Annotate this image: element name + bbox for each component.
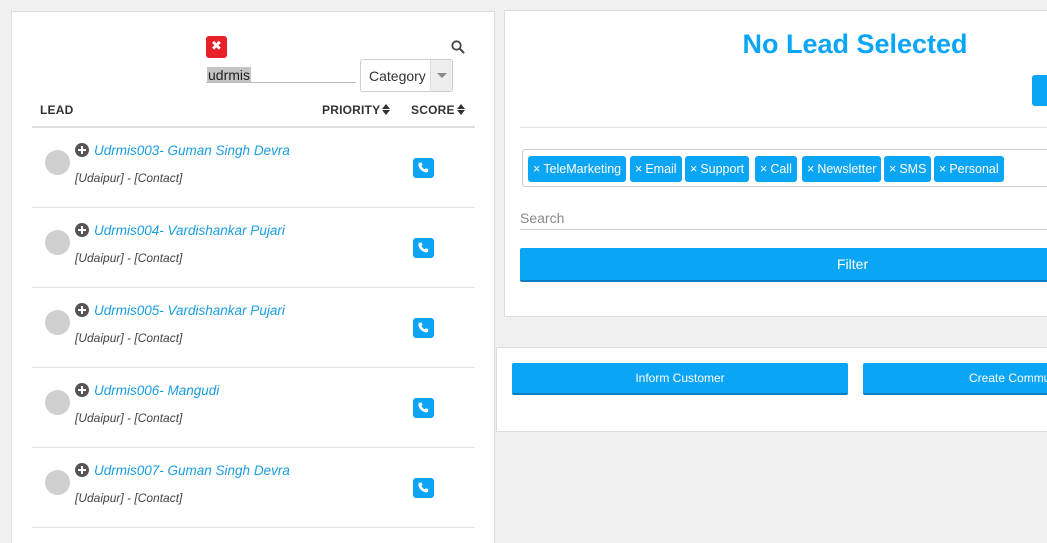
call-button[interactable] <box>413 398 434 418</box>
filter-search-input[interactable]: Search <box>520 208 1047 230</box>
phone-icon <box>418 322 429 333</box>
avatar <box>45 390 70 415</box>
lead-location: [Udaipur] - [Contact] <box>75 491 183 505</box>
lead-location: [Udaipur] - [Contact] <box>75 411 183 425</box>
lead-row[interactable]: Udrmis003- Guman Singh Devra [Udaipur] -… <box>32 128 475 208</box>
plus-circle-icon[interactable] <box>75 143 89 157</box>
tag-email[interactable]: × Email <box>630 156 682 182</box>
category-select[interactable]: Category <box>360 59 453 92</box>
sort-icon <box>456 104 465 115</box>
page-title: No Lead Selected <box>742 29 968 59</box>
column-header-score-label: SCORE <box>411 103 455 117</box>
tag-label: TeleMarketing <box>543 162 622 176</box>
column-header-lead: LEAD <box>40 103 73 117</box>
plus-circle-icon[interactable] <box>75 223 89 237</box>
column-header-lead-label: LEAD <box>40 103 74 117</box>
lead-list-panel: ✖ udrmis Category LEAD PRIORITY SCORE Ud… <box>11 11 495 543</box>
lead-name-link[interactable]: Udrmis006- Mangudi <box>94 383 219 398</box>
plus-circle-icon[interactable] <box>75 383 89 397</box>
action-button[interactable] <box>1032 75 1047 106</box>
create-communication-button[interactable]: Create Commu <box>863 363 1047 395</box>
call-button[interactable] <box>413 158 434 178</box>
tag-remove-icon[interactable]: × <box>939 162 946 176</box>
lead-location: [Udaipur] - [Contact] <box>75 251 183 265</box>
divider <box>520 127 1047 128</box>
tag-remove-icon[interactable]: × <box>635 162 642 176</box>
category-select-value: Category <box>369 68 426 84</box>
avatar <box>45 230 70 255</box>
lead-row[interactable]: Udrmis004- Vardishankar Pujari [Udaipur]… <box>32 208 475 288</box>
tag-label: Personal <box>949 162 999 176</box>
lead-row[interactable]: Udrmis007- Guman Singh Devra [Udaipur] -… <box>32 448 475 528</box>
close-icon: ✖ <box>211 39 222 54</box>
lead-detail-panel: No Lead Selected × TeleMarketing × Email ×… <box>504 10 1047 317</box>
tag-remove-icon[interactable]: × <box>807 162 814 176</box>
tag-label: Support <box>700 162 745 176</box>
tag-remove-icon[interactable]: × <box>690 162 697 176</box>
lead-name-link[interactable]: Udrmis003- Guman Singh Devra <box>94 143 290 158</box>
call-button[interactable] <box>413 238 434 258</box>
avatar <box>45 150 70 175</box>
lead-location: [Udaipur] - [Contact] <box>75 171 183 185</box>
tag-label: Email <box>645 162 677 176</box>
search-input-underline <box>206 82 356 83</box>
search-icon[interactable] <box>451 40 465 54</box>
search-input[interactable]: udrmis <box>207 67 252 83</box>
lead-name-link[interactable]: Udrmis007- Guman Singh Devra <box>94 463 290 478</box>
phone-icon <box>418 482 429 493</box>
lead-location: [Udaipur] - [Contact] <box>75 331 183 345</box>
tag-label: SMS <box>899 162 927 176</box>
lead-row[interactable]: Udrmis005- Vardishankar Pujari [Udaipur]… <box>32 288 475 368</box>
phone-icon <box>418 162 429 173</box>
tag-remove-icon[interactable]: × <box>533 162 540 176</box>
inform-customer-button[interactable]: Inform Customer <box>512 363 848 395</box>
tag-telemarketing[interactable]: × TeleMarketing <box>528 156 627 182</box>
tag-sms[interactable]: × SMS <box>884 156 932 182</box>
lead-name-link[interactable]: Udrmis005- Vardishankar Pujari <box>94 303 285 318</box>
avatar <box>45 470 70 495</box>
sort-icon <box>382 104 391 115</box>
column-header-priority[interactable]: PRIORITY <box>322 103 391 117</box>
lead-row[interactable]: Udrmis006- Mangudi [Udaipur] - [Contact] <box>32 368 475 448</box>
tag-remove-icon[interactable]: × <box>889 162 896 176</box>
phone-icon <box>418 402 429 413</box>
filter-button-label: Filter <box>837 256 869 272</box>
tag-support[interactable]: × Support <box>685 156 750 182</box>
filter-button[interactable]: Filter <box>520 248 1047 282</box>
call-button[interactable] <box>413 478 434 498</box>
tag-personal[interactable]: × Personal <box>934 156 1004 182</box>
call-button[interactable] <box>413 318 434 338</box>
tag-filter-box[interactable]: × TeleMarketing × Email × Support × Call × Ne… <box>522 149 1047 187</box>
plus-circle-icon[interactable] <box>75 463 89 477</box>
avatar <box>45 310 70 335</box>
actions-panel: Inform Customer Create Commu <box>496 347 1047 432</box>
plus-circle-icon[interactable] <box>75 303 89 317</box>
phone-icon <box>418 242 429 253</box>
column-header-priority-label: PRIORITY <box>322 103 381 117</box>
tag-newsletter[interactable]: × Newsletter <box>802 156 882 182</box>
tag-label: Call <box>770 162 792 176</box>
column-header-score[interactable]: SCORE <box>411 103 465 117</box>
tag-remove-icon[interactable]: × <box>760 162 767 176</box>
chevron-down-icon <box>430 60 452 91</box>
lead-name-link[interactable]: Udrmis004- Vardishankar Pujari <box>94 223 285 238</box>
clear-search-button[interactable]: ✖ <box>206 36 227 58</box>
tag-label: Newsletter <box>817 162 877 176</box>
tag-call[interactable]: × Call <box>755 156 797 182</box>
